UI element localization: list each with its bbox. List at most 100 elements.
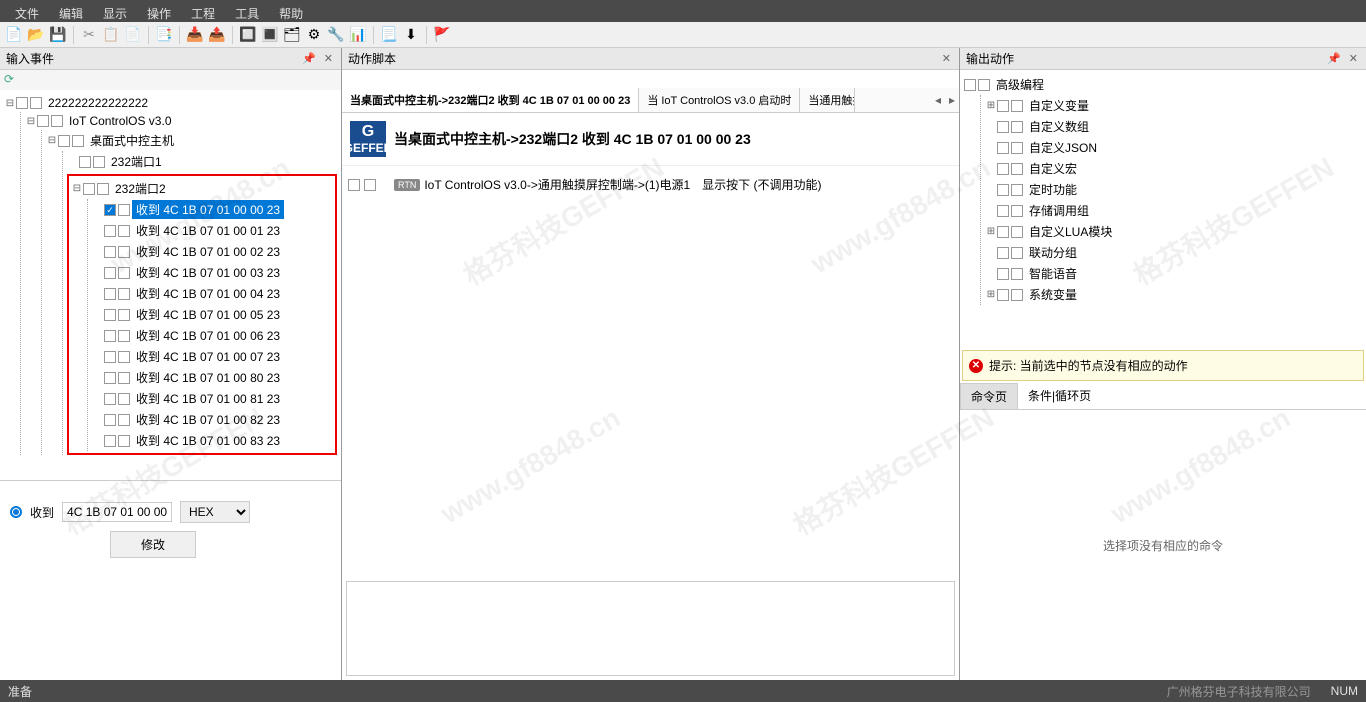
copy-icon[interactable]: 📋 xyxy=(101,25,121,45)
t7-icon[interactable]: 📃 xyxy=(379,25,399,45)
tree-root[interactable]: 222222222222222 xyxy=(44,95,152,111)
download-icon[interactable]: ⬇ xyxy=(401,25,421,45)
company-text: 广州格芬电子科技有限公司 xyxy=(1167,683,1311,700)
action-tree[interactable]: 高级编程⊞自定义变量自定义数组自定义JSON自定义宏定时功能存储调用组⊞自定义L… xyxy=(960,70,1366,348)
paste-icon[interactable]: 📄 xyxy=(123,25,143,45)
menu-action[interactable]: 操作 xyxy=(137,3,181,19)
t2-icon[interactable]: 🔳 xyxy=(260,25,280,45)
tree-item[interactable]: 定时功能 xyxy=(1025,180,1081,199)
t3-icon[interactable]: 🗂 xyxy=(282,25,302,45)
tree-iot[interactable]: IoT ControlOS v3.0 xyxy=(65,113,176,129)
flag-icon[interactable]: 🚩 xyxy=(432,25,452,45)
export-icon[interactable]: 📤 xyxy=(207,25,227,45)
tree-desktop[interactable]: 桌面式中控主机 xyxy=(86,131,178,150)
tree-item[interactable]: 自定义数组 xyxy=(1025,117,1093,136)
scroll-left-icon[interactable]: ◂ xyxy=(931,91,945,109)
tree-item[interactable]: 存储调用组 xyxy=(1025,201,1093,220)
t1-icon[interactable]: 🔲 xyxy=(238,25,258,45)
t5-icon[interactable]: 🔧 xyxy=(326,25,346,45)
cmd-tabs: 命令页 条件|循环页 xyxy=(960,383,1366,410)
tree-event[interactable]: 收到 4C 1B 07 01 00 02 23 xyxy=(92,241,333,262)
num-indicator: NUM xyxy=(1331,684,1358,698)
cut-icon[interactable]: ✂ xyxy=(79,25,99,45)
cmd-tab-cond[interactable]: 条件|循环页 xyxy=(1018,383,1101,409)
tree-event[interactable]: 收到 4C 1B 07 01 00 07 23 xyxy=(92,346,333,367)
tree-event[interactable]: 收到 4C 1B 07 01 00 04 23 xyxy=(92,283,333,304)
format-select[interactable]: HEX xyxy=(180,501,250,523)
line-checkbox[interactable] xyxy=(348,179,360,191)
tree-toolbar: ⟳ xyxy=(0,70,341,90)
menu-tools[interactable]: 工具 xyxy=(225,3,269,19)
t4-icon[interactable]: ⚙ xyxy=(304,25,324,45)
tree-event[interactable]: 收到 4C 1B 07 01 00 81 23 xyxy=(92,388,333,409)
event-tree[interactable]: ⊟222222222222222 ⊟IoT ControlOS v3.0 ⊟桌面… xyxy=(0,90,341,480)
tree-event[interactable]: 收到 4C 1B 07 01 00 82 23 xyxy=(92,409,333,430)
tree-item[interactable]: 自定义LUA模块 xyxy=(1025,222,1116,241)
tree-item[interactable]: 自定义JSON xyxy=(1025,138,1101,157)
menu-project[interactable]: 工程 xyxy=(181,3,225,19)
cmd-body: 选择项没有相应的命令 xyxy=(960,410,1366,680)
warning-bar: ✕ 提示: 当前选中的节点没有相应的动作 xyxy=(962,350,1364,381)
panel-title: 输入事件 xyxy=(6,50,54,67)
menu-display[interactable]: 显示 xyxy=(93,3,137,19)
tree-event[interactable]: 收到 4C 1B 07 01 00 06 23 xyxy=(92,325,333,346)
panel-title: 动作脚本 xyxy=(348,50,396,67)
input-events-panel: 输入事件 📌 ✕ ⟳ ⊟222222222222222 ⊟IoT Control… xyxy=(0,48,342,680)
refresh-icon[interactable]: ⟳ xyxy=(4,72,14,86)
close-icon[interactable]: ✕ xyxy=(1347,52,1360,65)
menubar: 文件 编辑 显示 操作 工程 工具 帮助 xyxy=(0,0,1366,22)
recv-radio[interactable] xyxy=(10,506,22,518)
output-actions-panel: 输出动作 📌✕ 高级编程⊞自定义变量自定义数组自定义JSON自定义宏定时功能存储… xyxy=(960,48,1366,680)
import-icon[interactable]: 📥 xyxy=(185,25,205,45)
tree-event[interactable]: ✓收到 4C 1B 07 01 00 00 23 xyxy=(92,199,333,220)
close-icon[interactable]: ✕ xyxy=(322,52,335,65)
output-textarea[interactable] xyxy=(346,581,955,676)
copy2-icon[interactable]: 📑 xyxy=(154,25,174,45)
statusbar: 准备 广州格芬电子科技有限公司 NUM xyxy=(0,680,1366,702)
hex-input[interactable] xyxy=(62,502,172,522)
modify-button[interactable]: 修改 xyxy=(110,531,196,558)
menu-help[interactable]: 帮助 xyxy=(269,3,313,19)
tree-item[interactable]: 系统变量 xyxy=(1025,285,1081,304)
scroll-right-icon[interactable]: ▸ xyxy=(945,91,959,109)
script-title: 当桌面式中控主机->232端口2 收到 4C 1B 07 01 00 00 23 xyxy=(394,129,751,149)
tab-event[interactable]: 当桌面式中控主机->232端口2 收到 4C 1B 07 01 00 00 23 xyxy=(342,88,639,112)
tree-item[interactable]: 自定义宏 xyxy=(1025,159,1081,178)
line-checkbox2[interactable] xyxy=(364,179,376,191)
tab-startup[interactable]: 当 IoT ControlOS v3.0 启动时 xyxy=(639,88,800,112)
tab-touch[interactable]: 当通用触摸 xyxy=(800,88,855,112)
tree-event[interactable]: 收到 4C 1B 07 01 00 80 23 xyxy=(92,367,333,388)
menu-file[interactable]: 文件 xyxy=(5,3,49,19)
tree-event[interactable]: 收到 4C 1B 07 01 00 05 23 xyxy=(92,304,333,325)
tree-port1[interactable]: 232端口1 xyxy=(107,152,166,171)
tree-port2[interactable]: 232端口2 xyxy=(111,179,170,198)
tree-item[interactable]: 联动分组 xyxy=(1025,243,1081,262)
geffen-logo: GGEFFEN xyxy=(350,121,386,157)
new-icon[interactable]: 📄 xyxy=(4,25,24,45)
tree-item[interactable]: 智能语音 xyxy=(1025,264,1081,283)
close-icon[interactable]: ✕ xyxy=(940,52,953,65)
script-body: RTN IoT ControlOS v3.0->通用触摸屏控制端->(1)电源1… xyxy=(342,166,959,378)
tree-item[interactable]: 高级编程 xyxy=(992,75,1048,94)
error-icon: ✕ xyxy=(969,359,983,373)
panel-title: 输出动作 xyxy=(966,50,1014,67)
script-panel: 动作脚本 ✕ 当桌面式中控主机->232端口2 收到 4C 1B 07 01 0… xyxy=(342,48,960,680)
tree-event[interactable]: 收到 4C 1B 07 01 00 03 23 xyxy=(92,262,333,283)
tree-event[interactable]: 收到 4C 1B 07 01 00 83 23 xyxy=(92,430,333,451)
event-form: 收到 HEX 修改 xyxy=(0,480,341,680)
script-tabs: 当桌面式中控主机->232端口2 收到 4C 1B 07 01 00 00 23… xyxy=(342,88,959,113)
tree-item[interactable]: 自定义变量 xyxy=(1025,96,1093,115)
tree-event[interactable]: 收到 4C 1B 07 01 00 01 23 xyxy=(92,220,333,241)
warning-text: 提示: 当前选中的节点没有相应的动作 xyxy=(989,357,1188,374)
save-icon[interactable]: 💾 xyxy=(48,25,68,45)
script-line[interactable]: RTN IoT ControlOS v3.0->通用触摸屏控制端->(1)电源1… xyxy=(348,172,953,197)
pin-icon[interactable]: 📌 xyxy=(300,52,318,65)
cmd-tab-cmd[interactable]: 命令页 xyxy=(960,383,1018,409)
pin-icon[interactable]: 📌 xyxy=(1325,52,1343,65)
script-line-text: IoT ControlOS v3.0->通用触摸屏控制端->(1)电源1 显示按… xyxy=(424,176,821,193)
t6-icon[interactable]: 📊 xyxy=(348,25,368,45)
toolbar: 📄 📂 💾 ✂ 📋 📄 📑 📥 📤 🔲 🔳 🗂 ⚙ 🔧 📊 📃 ⬇ 🚩 xyxy=(0,22,1366,48)
menu-edit[interactable]: 编辑 xyxy=(49,3,93,19)
open-icon[interactable]: 📂 xyxy=(26,25,46,45)
recv-label: 收到 xyxy=(30,504,54,521)
